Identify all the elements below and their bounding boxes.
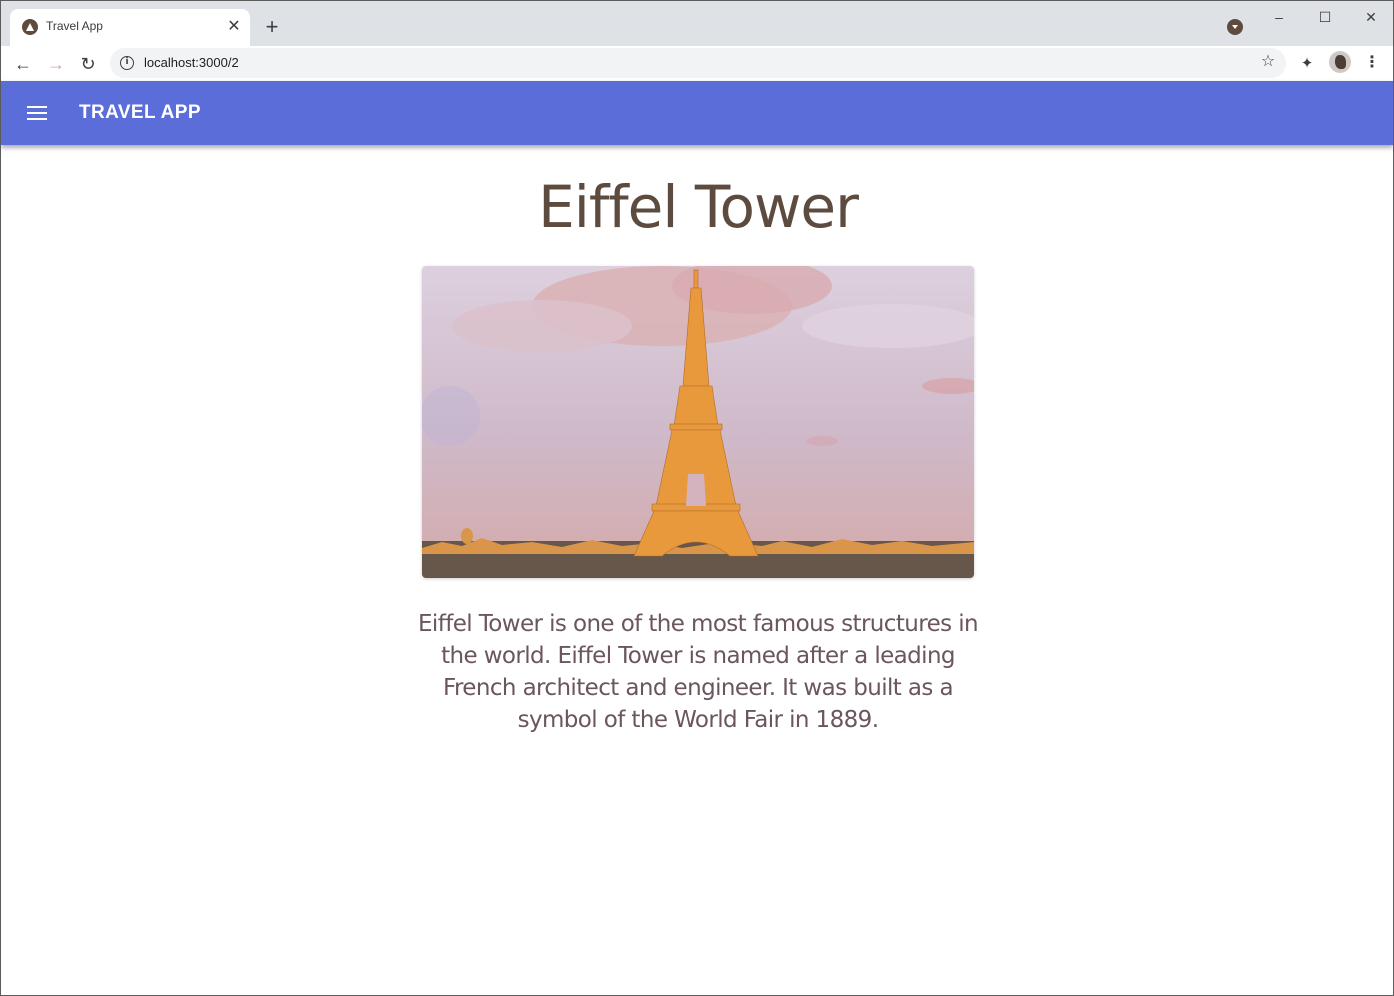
app-triangle-icon <box>22 19 38 35</box>
back-button[interactable]: ← <box>9 50 37 78</box>
bookmark-star-icon[interactable]: ☆ <box>1258 52 1278 72</box>
tab-search-icon[interactable] <box>1227 19 1243 35</box>
eiffel-tower-image <box>422 266 974 578</box>
new-tab-button[interactable]: + <box>260 16 284 40</box>
page-title: Eiffel Tower <box>538 173 859 241</box>
app-bar: TRAVEL APP <box>1 81 1393 145</box>
url-text[interactable]: localhost:3000/2 <box>144 55 239 70</box>
close-tab-icon[interactable]: ✕ <box>224 17 244 37</box>
site-info-icon[interactable]: i <box>120 56 134 70</box>
browser-toolbar: ← → ↻ i localhost:3000/2 ☆ ✦ ⋮ <box>1 46 1393 81</box>
tab-travel-app[interactable]: Travel App ✕ <box>10 9 250 46</box>
address-bar[interactable]: i localhost:3000/2 ☆ <box>110 48 1286 78</box>
forward-button[interactable]: → <box>42 50 70 78</box>
profile-avatar[interactable] <box>1329 51 1351 73</box>
minimize-button[interactable]: – <box>1264 7 1294 27</box>
browser-menu-icon[interactable]: ⋮ <box>1363 53 1381 73</box>
extensions-puzzle-icon[interactable]: ✦ <box>1297 54 1317 74</box>
app-title: TRAVEL APP <box>79 102 201 123</box>
browser-window: Travel App ✕ + – ☐ ✕ ← → ↻ i localhost:3… <box>0 0 1394 996</box>
reload-button[interactable]: ↻ <box>74 50 102 78</box>
hamburger-icon[interactable] <box>27 106 47 120</box>
eiffel-tower-illustration <box>422 266 974 578</box>
maximize-button[interactable]: ☐ <box>1310 7 1340 27</box>
tab-title: Travel App <box>46 19 103 33</box>
close-window-button[interactable]: ✕ <box>1356 7 1386 27</box>
tab-strip: Travel App ✕ + – ☐ ✕ <box>1 1 1393 46</box>
place-description: Eiffel Tower is one of the most famous s… <box>417 611 979 733</box>
